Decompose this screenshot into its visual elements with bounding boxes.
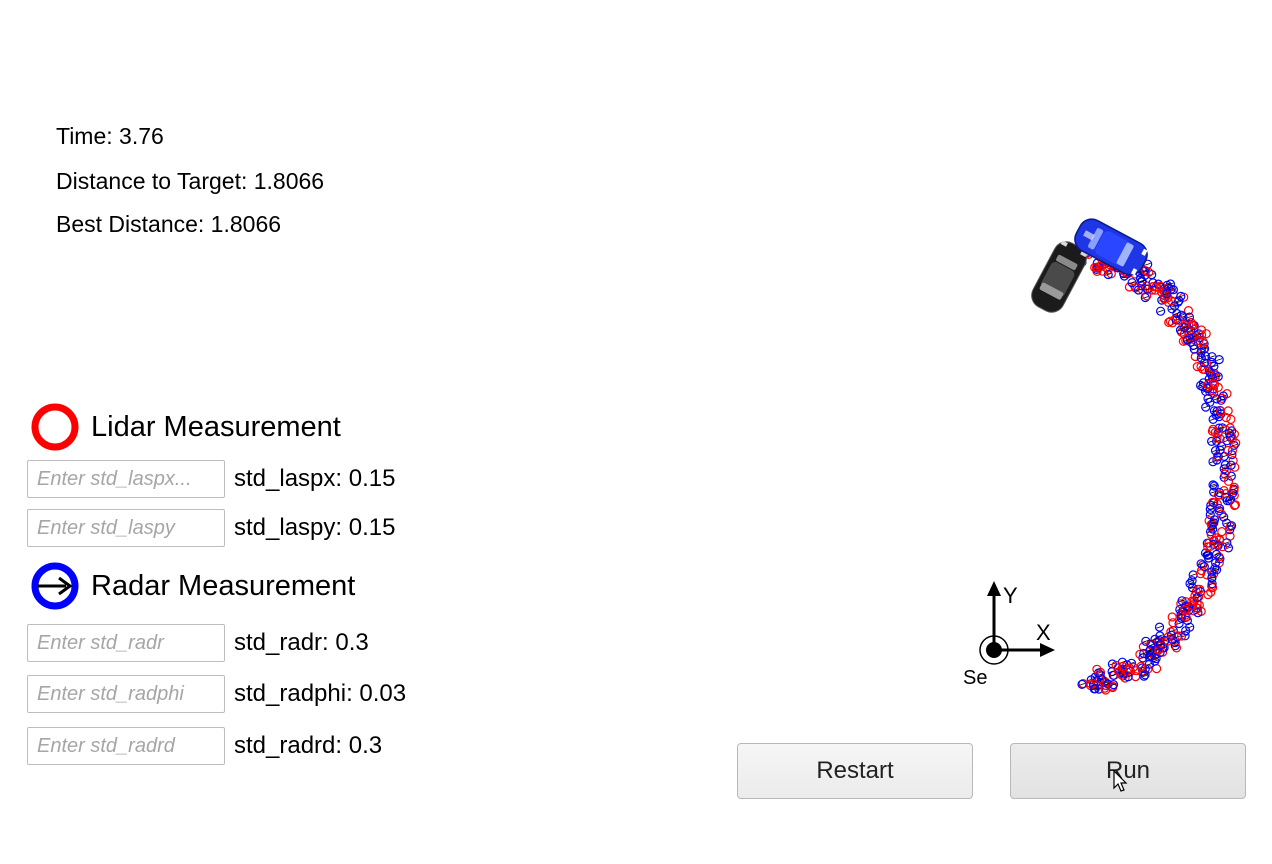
radar-marker-arrow: [1173, 312, 1181, 315]
restart-button[interactable]: Restart: [737, 743, 973, 799]
lidar-marker: [1226, 414, 1236, 424]
lidar-marker: [1168, 618, 1178, 628]
radar-marker-arrow: [1202, 405, 1209, 409]
radar-marker-arrow: [1078, 683, 1086, 686]
radar-marker-arrow: [1216, 358, 1223, 361]
radar-marker-arrow: [1156, 625, 1163, 629]
radar-marker-arrow: [1144, 262, 1151, 266]
lidar-marker: [1151, 663, 1162, 674]
y-axis-label: Y: [1003, 583, 1018, 608]
measurement-markers: [1074, 245, 1241, 695]
lidar-marker: [1217, 526, 1227, 537]
x-axis-arrowhead: [1040, 643, 1055, 657]
mouse-pointer-icon: [1113, 770, 1128, 792]
radar-marker-arrow: [1207, 513, 1214, 517]
lidar-marker: [1130, 671, 1141, 682]
y-axis-arrowhead: [987, 581, 1001, 596]
radar-marker-arrow: [1157, 309, 1164, 313]
sensor-origin: Y X Se: [963, 581, 1055, 689]
simulation-canvas: Y X Se: [963, 218, 1241, 695]
sensor-name-label: Se: [963, 667, 987, 689]
radar-marker-arrow: [1190, 573, 1197, 577]
x-axis-label: X: [1036, 620, 1051, 645]
